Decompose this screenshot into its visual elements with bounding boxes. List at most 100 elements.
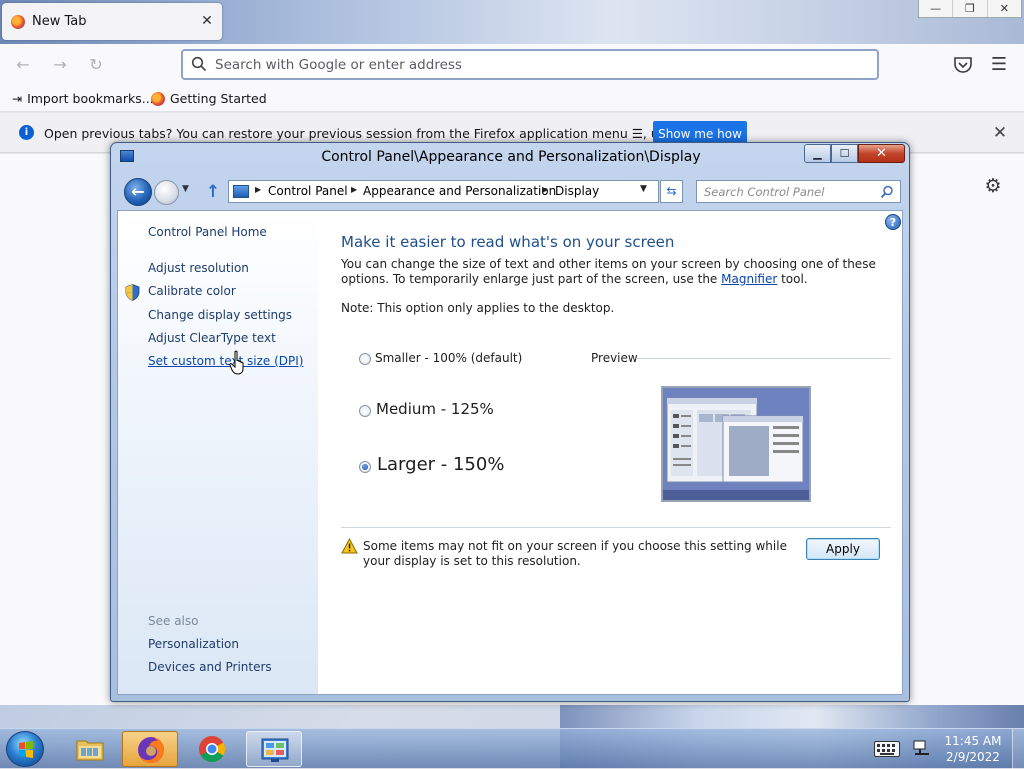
back-arrow-icon[interactable]: ← xyxy=(12,54,34,76)
desktop-note: Note: This option only applies to the de… xyxy=(341,301,614,315)
taskbar-firefox[interactable] xyxy=(122,731,178,767)
firefox-tab-bar: New Tab ✕ — ❐ ✕ xyxy=(0,0,1024,44)
firefox-icon xyxy=(151,92,165,106)
pocket-icon[interactable] xyxy=(952,55,974,75)
apply-button[interactable]: Apply xyxy=(806,538,880,560)
close-button[interactable]: ✕ xyxy=(858,144,905,163)
option-larger-label[interactable]: Larger - 150% xyxy=(377,454,504,475)
import-icon: ⇥ xyxy=(12,92,22,106)
adjust-cleartype-link[interactable]: Adjust ClearType text xyxy=(148,331,276,345)
minimize-button[interactable]: ▁ xyxy=(804,144,831,163)
forward-button[interactable] xyxy=(154,180,179,205)
warning-icon xyxy=(341,538,358,554)
maximize-button[interactable]: ☐ xyxy=(831,144,858,163)
uac-shield-icon xyxy=(125,284,140,301)
taskbar-explorer[interactable] xyxy=(62,731,118,767)
radio-medium[interactable] xyxy=(359,405,371,417)
option-medium-label[interactable]: Medium - 125% xyxy=(376,400,494,418)
devices-and-printers-link[interactable]: Devices and Printers xyxy=(148,660,272,674)
change-display-settings-link[interactable]: Change display settings xyxy=(148,308,292,322)
reload-icon[interactable]: ↻ xyxy=(85,54,107,76)
bookmark-label: Import bookmarks... xyxy=(27,91,154,106)
breadcrumb-appearance[interactable]: Appearance and Personalization xyxy=(363,184,556,198)
close-button[interactable]: ✕ xyxy=(988,0,1021,17)
firefox-window-controls: — ❐ ✕ xyxy=(918,0,1022,18)
bookmark-import[interactable]: ⇥ Import bookmarks... xyxy=(12,91,154,106)
display-settings-pane: ? Make it easier to read what's on your … xyxy=(318,211,902,694)
up-arrow-icon[interactable]: ↑ xyxy=(203,181,223,203)
firefox-nav-bar: ← → ↻ Search with Google or enter addres… xyxy=(0,44,1024,86)
control-panel-window: Control Panel\Appearance and Personaliza… xyxy=(110,142,910,702)
task-pane: Control Panel Home Adjust resolution Cal… xyxy=(118,211,318,694)
window-controls: ▁ ☐ ✕ xyxy=(804,144,905,164)
clock-time[interactable]: 11:45 AM xyxy=(938,734,1008,748)
breadcrumb-address-bar[interactable]: ▶ Control Panel ▶ Appearance and Persona… xyxy=(228,180,659,203)
refresh-icon[interactable]: ⇆ xyxy=(660,180,683,203)
hamburger-menu-icon[interactable]: ☰ xyxy=(988,54,1010,76)
infobar-message: Open previous tabs? You can restore your… xyxy=(44,126,738,141)
option-smaller-label[interactable]: Smaller - 100% (default) xyxy=(375,351,522,365)
show-desktop-button[interactable] xyxy=(1012,729,1024,769)
tab-close-icon[interactable]: ✕ xyxy=(198,12,216,30)
preview-divider xyxy=(636,358,891,359)
see-also-heading: See also xyxy=(148,614,198,628)
page-heading: Make it easier to read what's on your sc… xyxy=(341,233,674,251)
chrome-icon xyxy=(197,734,227,764)
search-icon[interactable] xyxy=(880,185,894,199)
resolution-warning: Some items may not fit on your screen if… xyxy=(363,539,803,569)
recent-pages-dropdown-icon[interactable]: ▼ xyxy=(182,184,192,198)
preview-label: Preview xyxy=(591,351,638,365)
search-control-panel-input[interactable]: Search Control Panel xyxy=(696,180,901,203)
radio-smaller[interactable] xyxy=(359,353,371,365)
search-placeholder: Search Control Panel xyxy=(704,185,824,199)
radio-larger[interactable] xyxy=(359,461,371,473)
search-icon xyxy=(191,56,207,72)
address-placeholder: Search with Google or enter address xyxy=(215,57,462,73)
folder-icon xyxy=(75,734,105,764)
control-panel-content: Control Panel Home Adjust resolution Cal… xyxy=(117,210,903,695)
control-panel-home-link[interactable]: Control Panel Home xyxy=(148,225,267,239)
description-text: tool. xyxy=(777,272,807,286)
help-icon[interactable]: ? xyxy=(885,214,901,230)
forward-arrow-icon[interactable]: → xyxy=(49,54,71,76)
breadcrumb-arrow-icon[interactable]: ▶ xyxy=(542,185,548,194)
windows-logo-icon xyxy=(7,732,45,768)
control-panel-icon xyxy=(233,185,249,198)
gear-icon[interactable]: ⚙ xyxy=(983,176,1003,196)
infobar-close-icon[interactable]: ✕ xyxy=(990,123,1010,143)
taskbar-control-panel[interactable] xyxy=(246,731,302,767)
personalization-link[interactable]: Personalization xyxy=(148,637,239,651)
keyboard-icon[interactable] xyxy=(874,741,900,757)
breadcrumb-arrow-icon[interactable]: ▶ xyxy=(255,185,261,194)
adjust-resolution-link[interactable]: Adjust resolution xyxy=(148,261,249,275)
back-button[interactable]: ← xyxy=(124,178,152,206)
info-icon: i xyxy=(19,125,34,140)
bookmarks-toolbar: ⇥ Import bookmarks... Getting Started xyxy=(0,86,1024,112)
window-title: Control Panel\Appearance and Personaliza… xyxy=(111,149,911,165)
breadcrumb-display[interactable]: Display xyxy=(555,184,599,198)
page-description: You can change the size of text and othe… xyxy=(341,257,889,287)
chevron-down-icon[interactable]: ▼ xyxy=(640,184,647,194)
taskbar-chrome[interactable] xyxy=(184,731,240,767)
hand-cursor-icon xyxy=(229,350,249,376)
control-panel-icon xyxy=(260,735,290,765)
minimize-button[interactable]: — xyxy=(919,0,953,17)
calibrate-color-link[interactable]: Calibrate color xyxy=(148,284,236,298)
firefox-favicon-icon xyxy=(11,15,25,29)
bookmark-label: Getting Started xyxy=(170,91,267,106)
tab-new-tab[interactable]: New Tab ✕ xyxy=(2,3,222,40)
clock-date[interactable]: 2/9/2022 xyxy=(938,750,1008,764)
breadcrumb-arrow-icon[interactable]: ▶ xyxy=(351,185,357,194)
bookmark-getting-started[interactable]: Getting Started xyxy=(151,91,267,106)
firefox-icon xyxy=(136,735,166,765)
section-divider xyxy=(341,527,891,528)
taskbar: 11:45 AM 2/9/2022 xyxy=(0,728,1024,768)
network-icon[interactable] xyxy=(913,740,931,758)
preview-thumbnail xyxy=(661,386,811,502)
start-button[interactable] xyxy=(6,731,44,767)
breadcrumb-control-panel[interactable]: Control Panel xyxy=(268,184,348,198)
address-bar[interactable]: Search with Google or enter address xyxy=(181,49,879,80)
restore-button[interactable]: ❐ xyxy=(953,0,987,17)
set-custom-text-size-link[interactable]: Set custom text size (DPI) xyxy=(148,354,303,368)
magnifier-link[interactable]: Magnifier xyxy=(721,272,777,286)
